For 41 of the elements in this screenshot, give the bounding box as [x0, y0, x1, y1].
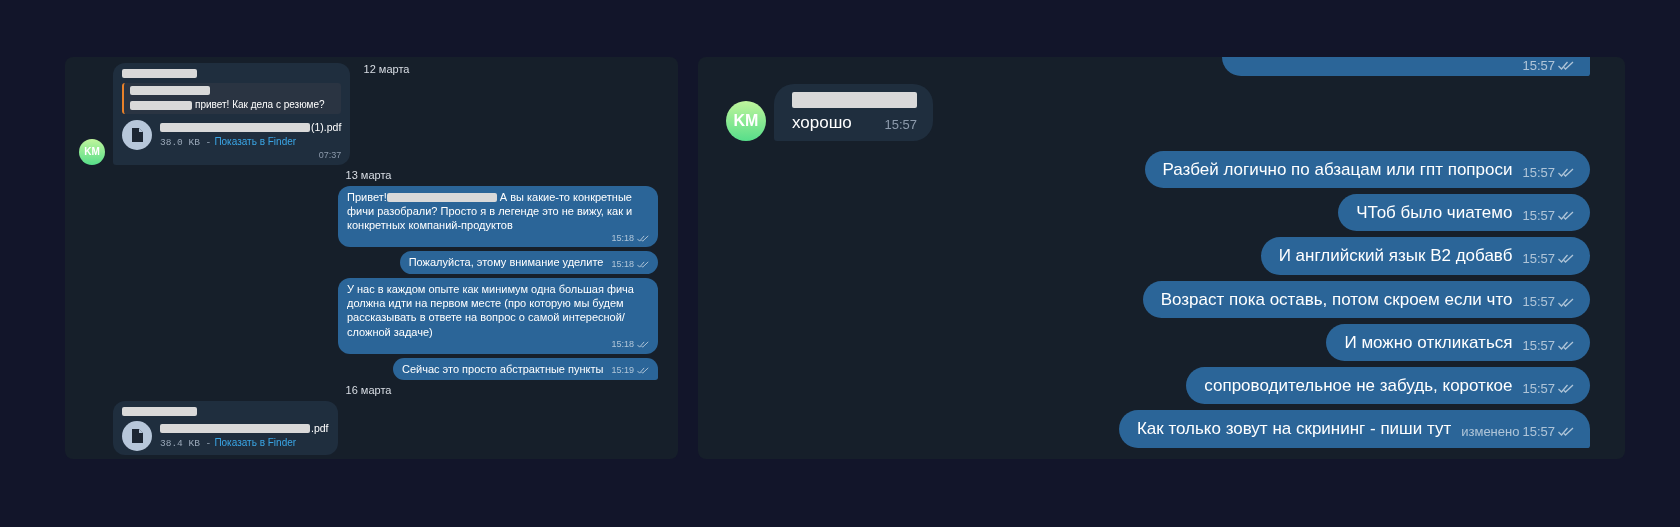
redaction-bar — [130, 100, 192, 110]
message-text: Привет! А вы какие-то конкретные фичи разобрали? Просто я в легенде это не вижу, как и конкретных компаний-продуктов — [347, 189, 634, 233]
message-time: 15:57 — [1522, 58, 1555, 74]
document-icon[interactable] — [122, 120, 152, 150]
message-text: Возраст пока оставь, потом скроем если что — [1160, 288, 1513, 310]
message-time: 15:57 — [1522, 251, 1555, 267]
message-text: Как только зовут на скрининг - пиши тут — [1136, 418, 1452, 440]
message-text: хорошо — [792, 111, 852, 133]
reply-quote[interactable]: привет! Как дела с резюме? — [122, 83, 342, 114]
quoted-text: привет! Как дела с резюме? — [130, 99, 325, 110]
file-name: (1).pdf — [160, 120, 342, 135]
message-text: Разбей логично по абзацам или гпт попроси — [1162, 158, 1513, 181]
message-text: Пожалуйста, этому внимание уделите — [408, 255, 604, 270]
date-label: 16 марта — [345, 384, 392, 398]
message-time: 15:57 — [1522, 424, 1555, 440]
message-time: 15:18 — [611, 338, 634, 350]
message-text: Сейчас это просто абстрактные пункты — [402, 361, 604, 377]
date-label: 13 марта — [345, 168, 392, 182]
message-time: 15:57 — [1522, 337, 1555, 354]
show-in-finder-link[interactable]: Показать в Finder — [214, 437, 297, 449]
file-size: 38.0 KB - — [160, 137, 212, 149]
date-label: 12 марта — [362, 63, 410, 76]
message-time: 15:57 — [1522, 207, 1555, 224]
message-text: У нас в каждом опыте как минимум одна большая фича должна идти на первом месте (про которую мы будем рассказывать в ответе на вопрос о самой интересной/сложной задаче) — [347, 281, 635, 339]
message-time: 15:18 — [611, 232, 634, 244]
message-text: И английский язык B2 добавб — [1278, 245, 1513, 267]
edited-label: изменено — [1461, 424, 1520, 440]
message-text: ЧТоб было чиатемо — [1356, 202, 1513, 224]
message-time: 15:57 — [1522, 294, 1555, 310]
message-time: 15:57 — [884, 117, 917, 133]
show-in-finder-link[interactable]: Показать в Finder — [214, 136, 297, 148]
file-size: 38.4 KB - — [160, 438, 212, 450]
message-time: 15:57 — [1522, 164, 1555, 181]
message-time: 07:37 — [318, 150, 342, 161]
message-time: 15:57 — [1522, 380, 1555, 397]
file-name: .pdf — [160, 421, 329, 436]
message-time: 15:18 — [611, 259, 634, 270]
message-text: И можно откликаться — [1344, 331, 1513, 354]
document-icon[interactable] — [122, 421, 152, 452]
message-text: сопроводительное не забудь, короткое — [1204, 375, 1513, 397]
message-time: 15:19 — [611, 365, 634, 377]
